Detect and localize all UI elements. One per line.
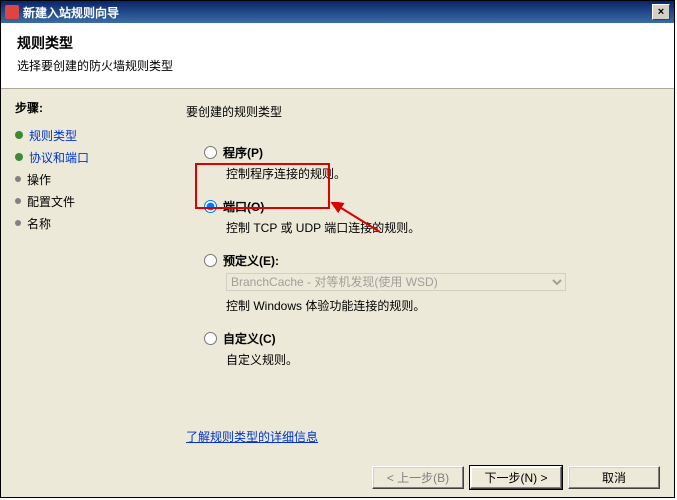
wizard-window: 新建入站规则向导 × 规则类型 选择要创建的防火墙规则类型 步骤: 规则类型 协… bbox=[0, 0, 675, 498]
option-desc: 控制 TCP 或 UDP 端口连接的规则。 bbox=[226, 219, 654, 236]
page-header: 规则类型 选择要创建的防火墙规则类型 bbox=[1, 23, 674, 89]
bullet-icon bbox=[15, 131, 23, 139]
titlebar: 新建入站规则向导 × bbox=[1, 1, 674, 23]
radio-port[interactable] bbox=[204, 200, 217, 213]
radio-program[interactable] bbox=[204, 146, 217, 159]
option-label: 预定义(E): bbox=[223, 252, 279, 269]
steps-label: 步骤: bbox=[15, 99, 166, 116]
option-custom: 自定义(C) 自定义规则。 bbox=[204, 330, 654, 368]
option-program: 程序(P) 控制程序连接的规则。 bbox=[204, 144, 654, 182]
step-protocol-port[interactable]: 协议和端口 bbox=[15, 146, 166, 168]
body: 步骤: 规则类型 协议和端口 操作 配置文件 名称 要创建的规则类型 程序(P)… bbox=[1, 89, 674, 457]
step-rule-type[interactable]: 规则类型 bbox=[15, 124, 166, 146]
option-label: 自定义(C) bbox=[223, 330, 276, 347]
app-icon bbox=[5, 5, 19, 19]
bullet-icon bbox=[15, 153, 23, 161]
learn-more-link[interactable]: 了解规则类型的详细信息 bbox=[186, 428, 654, 445]
radio-predefined[interactable] bbox=[204, 254, 217, 267]
window-title: 新建入站规则向导 bbox=[23, 4, 652, 21]
steps-sidebar: 步骤: 规则类型 协议和端口 操作 配置文件 名称 bbox=[1, 89, 166, 457]
radio-custom[interactable] bbox=[204, 332, 217, 345]
cancel-button[interactable]: 取消 bbox=[568, 466, 660, 489]
section-title: 要创建的规则类型 bbox=[186, 103, 654, 120]
next-button[interactable]: 下一步(N) > bbox=[470, 466, 562, 489]
bullet-icon bbox=[15, 176, 21, 182]
step-profile: 配置文件 bbox=[15, 190, 166, 212]
step-label: 配置文件 bbox=[27, 193, 75, 210]
option-desc: 控制 Windows 体验功能连接的规则。 bbox=[226, 297, 654, 314]
option-label: 端口(O) bbox=[223, 198, 264, 215]
back-button[interactable]: < 上一步(B) bbox=[372, 466, 464, 489]
page-subtitle: 选择要创建的防火墙规则类型 bbox=[17, 57, 658, 74]
main-panel: 要创建的规则类型 程序(P) 控制程序连接的规则。 端口(O) 控制 TCP 或… bbox=[166, 89, 674, 457]
step-name: 名称 bbox=[15, 212, 166, 234]
page-title: 规则类型 bbox=[17, 33, 658, 53]
step-link[interactable]: 规则类型 bbox=[29, 127, 77, 144]
step-label: 名称 bbox=[27, 215, 51, 232]
bullet-icon bbox=[15, 220, 21, 226]
predefined-select[interactable]: BranchCache - 对等机发现(使用 WSD) bbox=[226, 273, 566, 291]
option-desc: 控制程序连接的规则。 bbox=[226, 165, 654, 182]
option-predefined: 预定义(E): BranchCache - 对等机发现(使用 WSD) 控制 W… bbox=[204, 252, 654, 314]
footer: < 上一步(B) 下一步(N) > 取消 bbox=[1, 457, 674, 497]
close-button[interactable]: × bbox=[652, 4, 670, 20]
step-action: 操作 bbox=[15, 168, 166, 190]
step-label: 操作 bbox=[27, 171, 51, 188]
option-label: 程序(P) bbox=[223, 144, 263, 161]
option-port: 端口(O) 控制 TCP 或 UDP 端口连接的规则。 bbox=[204, 198, 654, 236]
option-desc: 自定义规则。 bbox=[226, 351, 654, 368]
step-link[interactable]: 协议和端口 bbox=[29, 149, 89, 166]
bullet-icon bbox=[15, 198, 21, 204]
